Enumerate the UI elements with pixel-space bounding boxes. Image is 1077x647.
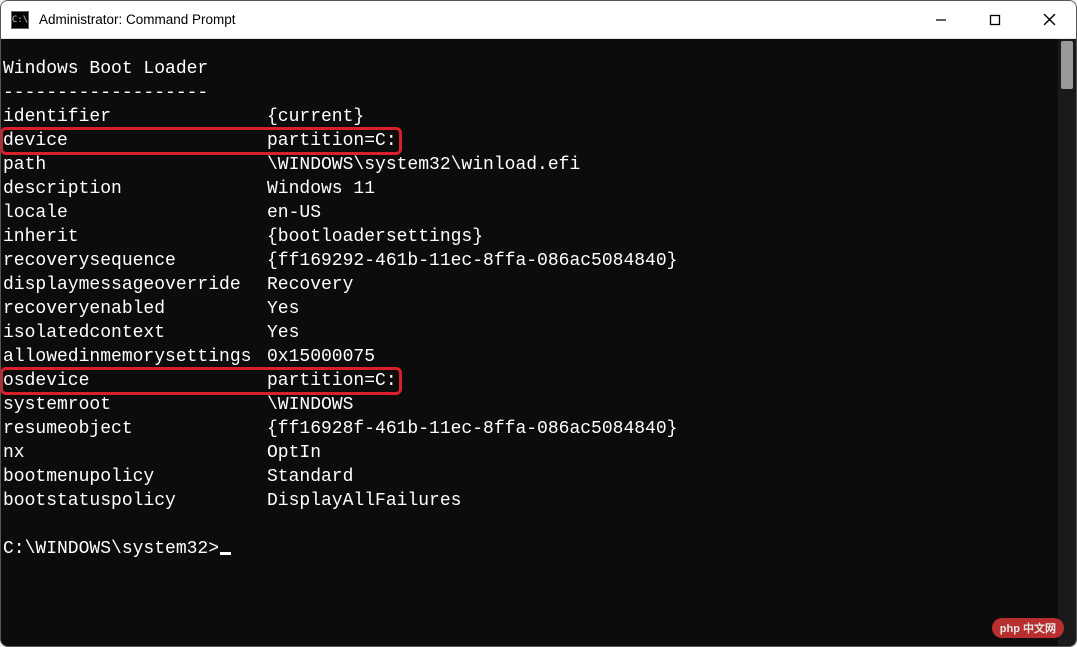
command-prompt-window: C:\ Administrator: Command Prompt Window… (0, 0, 1077, 647)
terminal-row: ------------------- (3, 81, 1056, 105)
terminal-row: recoverysequence{ff169292-461b-11ec-8ffa… (3, 249, 1056, 273)
terminal-row: allowedinmemorysettings0x15000075 (3, 345, 1056, 369)
entry-key-recoveryenabled: recoveryenabled (3, 297, 267, 321)
entry-key-inherit: inherit (3, 225, 267, 249)
entry-value-locale: en-US (267, 203, 321, 223)
entry-value-path: \WINDOWS\system32\winload.efi (267, 155, 580, 175)
watermark-badge: php 中文网 (992, 618, 1064, 638)
entry-value-osdevice: partition=C: (267, 371, 397, 391)
maximize-button[interactable] (968, 1, 1022, 38)
entry-value-recoveryenabled: Yes (267, 299, 299, 319)
entry-value-device: partition=C: (267, 131, 397, 151)
terminal-row: recoveryenabledYes (3, 297, 1056, 321)
terminal-row: nxOptIn (3, 441, 1056, 465)
terminal-row: identifier{current} (3, 105, 1056, 129)
terminal-row: descriptionWindows 11 (3, 177, 1056, 201)
terminal-area: Windows Boot Loader -------------------id… (1, 39, 1076, 646)
entry-value-resumeobject: {ff16928f-461b-11ec-8ffa-086ac5084840} (267, 419, 677, 439)
prompt-line[interactable]: C:\WINDOWS\system32> (3, 537, 1056, 561)
entry-key-identifier: identifier (3, 105, 267, 129)
section-divider: ------------------- (3, 83, 208, 103)
entry-key-description: description (3, 177, 267, 201)
entry-value-allowedinmemorysettings: 0x15000075 (267, 347, 375, 367)
entry-key-device: device (3, 129, 267, 153)
entry-key-isolatedcontext: isolatedcontext (3, 321, 267, 345)
terminal-output[interactable]: Windows Boot Loader -------------------id… (1, 39, 1058, 646)
window-controls (914, 1, 1076, 38)
entry-value-inherit: {bootloadersettings} (267, 227, 483, 247)
entry-key-osdevice: osdevice (3, 369, 267, 393)
entry-value-displaymessageoverride: Recovery (267, 275, 353, 295)
entry-value-bootmenupolicy: Standard (267, 467, 353, 487)
section-header: Windows Boot Loader (3, 59, 208, 79)
terminal-row: systemroot\WINDOWS (3, 393, 1056, 417)
terminal-row: bootstatuspolicyDisplayAllFailures (3, 489, 1056, 513)
entry-value-bootstatuspolicy: DisplayAllFailures (267, 491, 461, 511)
entry-key-recoverysequence: recoverysequence (3, 249, 267, 273)
entry-key-resumeobject: resumeobject (3, 417, 267, 441)
entry-key-allowedinmemorysettings: allowedinmemorysettings (3, 345, 267, 369)
entry-key-locale: locale (3, 201, 267, 225)
entry-key-bootstatuspolicy: bootstatuspolicy (3, 489, 267, 513)
terminal-row: inherit{bootloadersettings} (3, 225, 1056, 249)
terminal-row: resumeobject{ff16928f-461b-11ec-8ffa-086… (3, 417, 1056, 441)
entry-key-displaymessageoverride: displaymessageoverride (3, 273, 267, 297)
entry-value-nx: OptIn (267, 443, 321, 463)
entry-key-path: path (3, 153, 267, 177)
terminal-row: bootmenupolicyStandard (3, 465, 1056, 489)
entry-key-systemroot: systemroot (3, 393, 267, 417)
titlebar[interactable]: C:\ Administrator: Command Prompt (1, 1, 1076, 39)
scrollbar-thumb[interactable] (1061, 41, 1073, 89)
terminal-row (3, 513, 1056, 537)
terminal-row: displaymessageoverrideRecovery (3, 273, 1056, 297)
entry-value-recoverysequence: {ff169292-461b-11ec-8ffa-086ac5084840} (267, 251, 677, 271)
close-icon (1043, 13, 1056, 26)
terminal-row: Windows Boot Loader (3, 57, 1056, 81)
terminal-row: isolatedcontextYes (3, 321, 1056, 345)
entry-value-systemroot: \WINDOWS (267, 395, 353, 415)
terminal-row: osdevicepartition=C: (3, 369, 1056, 393)
minimize-button[interactable] (914, 1, 968, 38)
entry-value-description: Windows 11 (267, 179, 375, 199)
terminal-row: devicepartition=C: (3, 129, 1056, 153)
maximize-icon (989, 14, 1001, 26)
window-title: Administrator: Command Prompt (39, 12, 914, 27)
minimize-icon (935, 14, 947, 26)
entry-key-nx: nx (3, 441, 267, 465)
prompt-text: C:\WINDOWS\system32> (3, 539, 219, 559)
terminal-row: localeen-US (3, 201, 1056, 225)
entry-key-bootmenupolicy: bootmenupolicy (3, 465, 267, 489)
entry-value-identifier: {current} (267, 107, 364, 127)
terminal-row: path\WINDOWS\system32\winload.efi (3, 153, 1056, 177)
close-button[interactable] (1022, 1, 1076, 38)
entry-value-isolatedcontext: Yes (267, 323, 299, 343)
scrollbar[interactable] (1058, 39, 1076, 646)
cmd-icon: C:\ (11, 11, 29, 29)
cursor (220, 552, 231, 555)
